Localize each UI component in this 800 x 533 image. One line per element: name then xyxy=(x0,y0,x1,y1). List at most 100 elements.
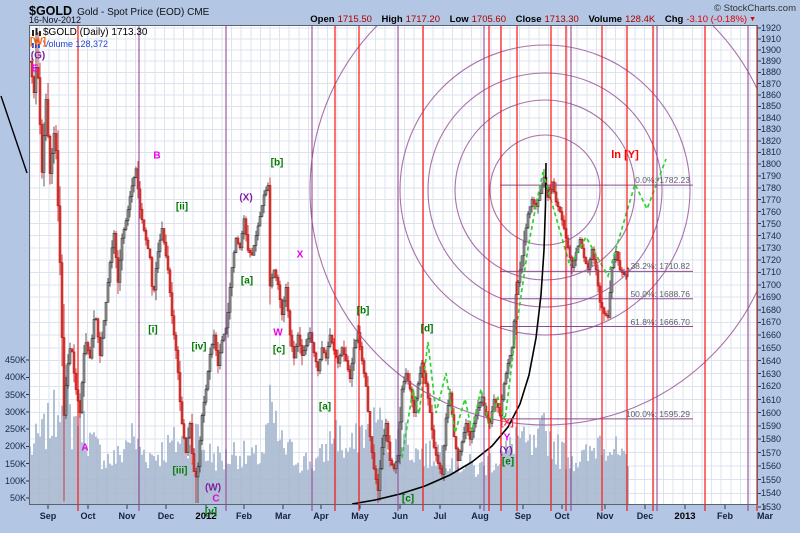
month-axis-tick: Sep xyxy=(33,511,63,521)
wave-label: (X) xyxy=(239,193,252,204)
price-axis-tick: 1700 xyxy=(761,280,781,290)
wave-label: E xyxy=(32,64,39,75)
price-axis-tick: 1880 xyxy=(761,67,781,77)
wave-label: [iii] xyxy=(173,466,188,477)
fib-level-label: 100.0%: 1595.29 xyxy=(560,409,690,419)
volume-axis-tick: 250K xyxy=(0,424,26,434)
price-axis-tick: 1920 xyxy=(761,23,781,33)
quote-bar: Open1715.50 High1717.20 Low1705.60 Close… xyxy=(303,14,756,25)
month-axis-tick: Nov xyxy=(590,511,620,521)
price-axis-tick: 1810 xyxy=(761,147,781,157)
wave-label: [d] xyxy=(421,324,434,335)
price-axis-tick: 1620 xyxy=(761,381,781,391)
price-axis-tick: 1590 xyxy=(761,421,781,431)
wave-label: [a] xyxy=(241,276,253,287)
low-label: Low xyxy=(450,14,469,25)
month-axis-tick: Nov xyxy=(112,511,142,521)
month-axis-tick: 2013 xyxy=(670,511,700,522)
wave-label: [iv] xyxy=(192,342,207,353)
wave-label: [c] xyxy=(273,345,285,356)
price-axis-tick: 1750 xyxy=(761,219,781,229)
price-axis-tick: 1860 xyxy=(761,90,781,100)
price-axis-tick: 1610 xyxy=(761,395,781,405)
fib-level-label: 61.8%: 1666.70 xyxy=(560,317,690,327)
month-axis-tick: Sep xyxy=(508,511,538,521)
price-axis-tick: 1800 xyxy=(761,159,781,169)
wave-label: W xyxy=(273,328,282,339)
fib-level-label: 0.0%: 1782.23 xyxy=(560,175,690,185)
price-axis-tick: 1780 xyxy=(761,183,781,193)
close-value: 1713.30 xyxy=(545,14,579,25)
volume-axis-tick: 100K xyxy=(0,476,26,486)
volume-axis-tick: 200K xyxy=(0,441,26,451)
price-axis-tick: 1900 xyxy=(761,45,781,55)
price-axis-tick: 1690 xyxy=(761,292,781,302)
price-axis-tick: 1560 xyxy=(761,461,781,471)
price-axis-tick: 1890 xyxy=(761,56,781,66)
open-label: Open xyxy=(310,14,334,25)
month-axis-tick: Oct xyxy=(547,511,577,521)
wave-label: (G) xyxy=(31,51,45,62)
wave-label: C xyxy=(212,494,219,505)
volume-axis-tick: 50K xyxy=(0,493,26,503)
chg-label: Chg xyxy=(665,14,683,25)
wave-label: A xyxy=(81,443,88,454)
wave-label: B xyxy=(153,151,160,162)
price-axis-tick: 1540 xyxy=(761,488,781,498)
price-axis-tick: 1570 xyxy=(761,448,781,458)
wave-label: [W] xyxy=(30,37,46,48)
month-axis-tick: Feb xyxy=(710,511,740,521)
volume-axis-tick: 300K xyxy=(0,407,26,417)
price-axis-tick: 1550 xyxy=(761,475,781,485)
wave-label: (W) xyxy=(205,483,221,494)
wave-label: [c] xyxy=(402,494,414,505)
wave-label: [i] xyxy=(148,325,157,336)
price-axis-tick: 1630 xyxy=(761,369,781,379)
open-value: 1715.50 xyxy=(338,14,372,25)
close-label: Close xyxy=(516,14,542,25)
quote-date: 16-Nov-2012 xyxy=(29,15,81,25)
wave-label: [a] xyxy=(319,402,331,413)
month-axis-tick: Aug xyxy=(465,511,495,521)
month-axis-tick: Apr xyxy=(306,511,336,521)
price-axis-tick: 1740 xyxy=(761,231,781,241)
wave-label: [v] xyxy=(205,507,217,518)
fib-level-label: 38.2%: 1710.82 xyxy=(560,261,690,271)
price-axis-tick: 1840 xyxy=(761,113,781,123)
down-arrow-icon: ▼ xyxy=(749,16,756,23)
month-axis-tick: Mar xyxy=(750,511,780,521)
price-axis-tick: 1820 xyxy=(761,136,781,146)
price-axis-tick: 1870 xyxy=(761,79,781,89)
month-axis-tick: May xyxy=(345,511,375,521)
volume-axis-tick: 450K xyxy=(0,355,26,365)
copyright-label: © StockCharts.com xyxy=(714,3,796,14)
volume-value: 128.4K xyxy=(625,14,655,25)
volume-axis-tick: 350K xyxy=(0,390,26,400)
price-axis-tick: 1580 xyxy=(761,434,781,444)
month-axis-tick: Jul xyxy=(425,511,455,521)
volume-label: Volume xyxy=(588,14,622,25)
price-axis-tick: 1670 xyxy=(761,317,781,327)
price-axis-tick: 1770 xyxy=(761,195,781,205)
month-axis-tick: Jun xyxy=(385,511,415,521)
wave-label: ln [Y] xyxy=(611,149,639,161)
price-axis-tick: 1760 xyxy=(761,207,781,217)
price-axis-tick: 1710 xyxy=(761,267,781,277)
main-legend: $GOLD (Daily) 1713.30 xyxy=(43,27,148,38)
wave-label: [e] xyxy=(502,457,514,468)
price-axis-tick: 1600 xyxy=(761,408,781,418)
low-value: 1705.60 xyxy=(472,14,506,25)
month-axis-tick: Dec xyxy=(151,511,181,521)
price-axis-tick: 1680 xyxy=(761,305,781,315)
price-axis-tick: 1830 xyxy=(761,124,781,134)
price-axis-tick: 1650 xyxy=(761,343,781,353)
stockcharts-gold-chart: $GOLDGold - Spot Price (EOD) CME © Stock… xyxy=(0,0,800,533)
volume-legend: Volume 128,372 xyxy=(43,39,108,49)
wave-label: [X] xyxy=(500,418,513,429)
wave-label: (Y) xyxy=(499,446,512,457)
price-axis-tick: 1730 xyxy=(761,243,781,253)
price-axis-tick: 1850 xyxy=(761,101,781,111)
volume-axis-tick: 150K xyxy=(0,459,26,469)
month-axis-tick: Mar xyxy=(268,511,298,521)
wave-label: [b] xyxy=(271,158,284,169)
